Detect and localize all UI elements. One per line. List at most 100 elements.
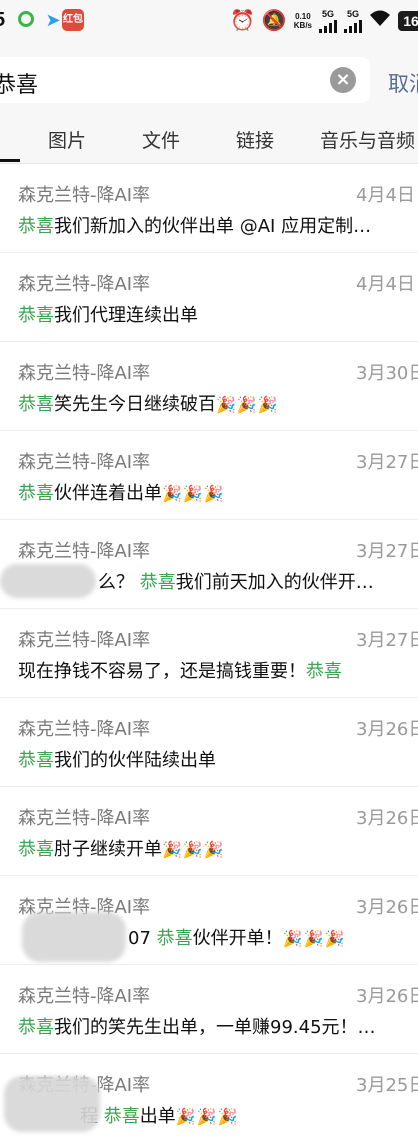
message-snippet: 现在挣钱不容易了，还是搞钱重要！恭喜: [18, 657, 342, 683]
battery-icon: 16: [398, 11, 418, 31]
search-query[interactable]: 恭喜: [0, 67, 38, 99]
list-item[interactable]: 森克兰特-降AI率 4月4日 恭喜我们新加入的伙伴出单 @AI 应用定制…: [0, 164, 418, 253]
keyword-highlight: 恭喜: [18, 839, 54, 860]
cancel-button[interactable]: 取消: [388, 68, 418, 98]
keyword-highlight: 恭喜: [18, 305, 54, 326]
list-item[interactable]: 森克兰特-降AI率 3月26日 07 恭喜伙伴开单！🎉🎉🎉: [0, 876, 418, 965]
net-speed-unit: KB/s: [293, 21, 312, 30]
snippet-text: 我们代理连续出单: [54, 305, 198, 326]
message-date: 3月26日: [356, 986, 418, 1007]
message-snippet: 恭喜我们新加入的伙伴出单 @AI 应用定制…: [18, 212, 371, 238]
keyword-highlight: 恭喜: [156, 928, 193, 949]
message-snippet: 恭喜伙伴连着出单🎉🎉🎉: [18, 479, 225, 505]
signal-1: 5G: [319, 9, 337, 33]
snippet-prefix: 么？: [98, 572, 140, 593]
sender-name: 森克兰特-降AI率: [18, 274, 151, 295]
snippet-text: 伙伴连着出单: [54, 483, 162, 504]
snippet-prefix: 现在挣钱不容易了，还是搞钱重要！: [18, 661, 306, 682]
privacy-blur: [0, 564, 96, 598]
message-date: 3月30日: [356, 363, 418, 384]
message-snippet: 恭喜我们代理连续出单: [18, 301, 198, 327]
signal-2-icon: [344, 19, 362, 33]
signal-2: 5G: [344, 9, 362, 33]
list-item[interactable]: 森克兰特-降AI率 3月25日 程 恭喜出单🎉🎉🎉: [0, 1054, 418, 1143]
net-speed: 0.10 KB/s: [294, 12, 312, 30]
snippet-text: 我们的伙伴陆续出单: [54, 750, 216, 771]
keyword-highlight: 恭喜: [306, 661, 342, 682]
sender-name: 森克兰特-降AI率: [18, 452, 151, 473]
tab-links[interactable]: 链接: [236, 126, 274, 153]
message-snippet: 程 恭喜出单🎉🎉🎉: [80, 1102, 239, 1128]
keyword-highlight: 恭喜: [18, 394, 54, 415]
mute-icon: 🔕: [261, 10, 287, 32]
message-date: 3月27日: [356, 452, 418, 473]
search-header: 恭喜 × 取消: [0, 42, 418, 118]
recycle-app-icon: [18, 11, 34, 27]
keyword-highlight: 恭喜: [18, 750, 54, 771]
party-emoji: 🎉🎉🎉: [282, 929, 346, 948]
sender-name: 森克兰特-降AI率: [18, 185, 151, 206]
list-item[interactable]: 森克兰特-降AI率 4月4日 恭喜我们代理连续出单: [0, 253, 418, 342]
alarm-icon: ⏰: [229, 10, 255, 32]
list-item[interactable]: 森克兰特-降AI率 3月26日 恭喜肘子继续开单🎉🎉🎉: [0, 787, 418, 876]
snippet-text: 我们的笑先生出单，一单赚99.45元！…: [54, 1017, 376, 1038]
message-date: 4月4日: [356, 274, 415, 295]
signal-1-icon: [319, 19, 337, 33]
message-date: 3月27日: [356, 541, 418, 562]
snippet-prefix: 07: [128, 928, 157, 949]
sender-name: 森克兰特-降AI率: [18, 541, 151, 562]
message-snippet: 07 恭喜伙伴开单！🎉🎉🎉: [128, 924, 345, 950]
message-date: 3月26日: [356, 897, 418, 918]
list-item[interactable]: 森克兰特-降AI率 3月27日 现在挣钱不容易了，还是搞钱重要！恭喜: [0, 609, 418, 698]
message-snippet: 恭喜我们的伙伴陆续出单: [18, 746, 216, 772]
party-emoji: 🎉🎉🎉: [175, 1107, 239, 1126]
message-date: 3月27日: [356, 630, 418, 651]
message-snippet: 恭喜我们的笑先生出单，一单赚99.45元！…: [18, 1013, 376, 1039]
message-date: 3月25日: [356, 1075, 418, 1096]
red-packet-app-icon: 红包: [62, 9, 84, 31]
sender-name: 森克兰特-降AI率: [18, 630, 151, 651]
list-item[interactable]: 森克兰特-降AI率 3月26日 恭喜我们的笑先生出单，一单赚99.45元！…: [0, 965, 418, 1054]
signal-1-label: 5G: [321, 9, 334, 19]
privacy-blur: [4, 1076, 100, 1132]
snippet-text: 伙伴开单！: [192, 928, 283, 949]
party-emoji: 🎉🎉🎉: [162, 484, 225, 503]
filter-tabs: 图片 文件 链接 音乐与音频: [0, 118, 418, 164]
list-item[interactable]: 森克兰特-降AI率 3月27日 么？ 恭喜我们前天加入的伙伴开…: [0, 520, 418, 609]
message-date: 3月26日: [356, 719, 418, 740]
signal-2-label: 5G: [346, 9, 359, 19]
message-date: 3月26日: [356, 808, 418, 829]
snippet-text: 出单: [139, 1106, 176, 1127]
keyword-highlight: 恭喜: [103, 1106, 140, 1127]
list-item[interactable]: 森克兰特-降AI率 3月26日 恭喜我们的伙伴陆续出单: [0, 698, 418, 787]
tab-files[interactable]: 文件: [142, 126, 180, 153]
sender-name: 森克兰特-降AI率: [18, 719, 151, 740]
message-snippet: 么？ 恭喜我们前天加入的伙伴开…: [98, 568, 374, 594]
tab-music-audio[interactable]: 音乐与音频: [320, 126, 415, 153]
privacy-blur: [22, 912, 126, 962]
party-emoji: 🎉🎉🎉: [216, 395, 279, 414]
message-date: 4月4日: [356, 185, 415, 206]
status-time: 5: [0, 9, 5, 32]
net-speed-value: 0.10: [295, 12, 311, 21]
snippet-text: 我们前天加入的伙伴开…: [175, 572, 374, 593]
sender-name: 森克兰特-降AI率: [18, 986, 151, 1007]
clear-icon[interactable]: ×: [330, 67, 356, 93]
snippet-text: 肘子继续开单: [54, 839, 162, 860]
search-results: 森克兰特-降AI率 4月4日 恭喜我们新加入的伙伴出单 @AI 应用定制… 森克…: [0, 164, 418, 1143]
keyword-highlight: 恭喜: [18, 1017, 54, 1038]
keyword-highlight: 恭喜: [139, 572, 176, 593]
wifi-icon: [369, 9, 391, 33]
message-snippet: 恭喜肘子继续开单🎉🎉🎉: [18, 835, 225, 861]
tab-images[interactable]: 图片: [48, 126, 86, 153]
sender-name: 森克兰特-降AI率: [18, 363, 151, 384]
keyword-highlight: 恭喜: [18, 216, 54, 237]
list-item[interactable]: 森克兰特-降AI率 3月30日 恭喜笑先生今日继续破百🎉🎉🎉: [0, 342, 418, 431]
message-snippet: 恭喜笑先生今日继续破百🎉🎉🎉: [18, 390, 279, 416]
party-emoji: 🎉🎉🎉: [162, 840, 225, 859]
search-input[interactable]: 恭喜 ×: [0, 57, 370, 103]
snippet-text: 笑先生今日继续破百: [54, 394, 216, 415]
list-item[interactable]: 森克兰特-降AI率 3月27日 恭喜伙伴连着出单🎉🎉🎉: [0, 431, 418, 520]
sender-name: 森克兰特-降AI率: [18, 808, 151, 829]
keyword-highlight: 恭喜: [18, 483, 54, 504]
